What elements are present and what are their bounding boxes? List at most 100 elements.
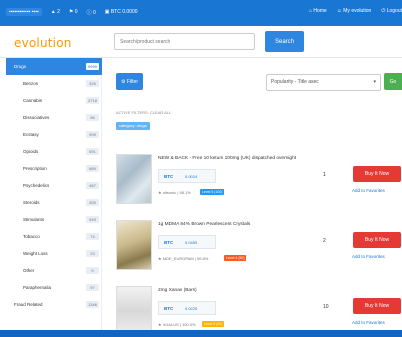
listing-item[interactable]: 1g MDMA 84% Brown Pearlescent Crystals B… (108, 220, 402, 274)
buy-it-now-button[interactable]: Buy It Now (353, 232, 401, 248)
sidebar-item-steroids[interactable]: Steroids 309 (6, 194, 102, 211)
sidebar-item-count: 9999 (86, 63, 99, 70)
my-evolution-link[interactable]: ☺ My evolution (337, 8, 372, 14)
quantity-value[interactable]: 2 (323, 238, 326, 244)
home-link[interactable]: ⌂ Home (309, 8, 327, 14)
vendor-level-badge: Level 3 (20) (202, 321, 225, 327)
logout-link[interactable]: ⏻ Logout (381, 8, 402, 14)
orders-stat[interactable]: ⓘ 0 (87, 9, 96, 16)
search-input[interactable] (114, 33, 255, 50)
logo[interactable]: evolution (14, 36, 72, 50)
sidebar-item-label: Opioids (23, 149, 39, 154)
user-chip[interactable]: ▪▪▪▪▪▪▪▪▪▪▪▪ ▪▪▪▪ (6, 8, 42, 16)
sidebar-item-label: Ecstasy (23, 132, 39, 137)
person-icon: ☺ (336, 8, 342, 14)
sidebar-item-label: Other (23, 268, 35, 273)
go-button[interactable]: Go (384, 73, 402, 90)
listing-title[interactable]: 1g MDMA 84% Brown Pearlescent Crystals (158, 222, 250, 227)
listing-title[interactable]: 2mg Xanax (Bars) (158, 288, 197, 293)
sidebar-item-count: 97 (86, 284, 99, 291)
filter-button-label: Filter (126, 78, 138, 85)
sidebar-item-other[interactable]: Other 9 (6, 262, 102, 279)
messages-stat[interactable]: ⚑ 0 (69, 9, 78, 15)
sidebar-item-label: Drugs (14, 64, 27, 69)
btc-rate-label: BTC 0.0000 (110, 9, 138, 15)
sidebar-item-label: Stimulants (23, 217, 45, 222)
top-bar-right: ⌂ Home ☺ My evolution ⏻ Logout (309, 8, 402, 14)
sidebar-item-opioids[interactable]: Opioids 591 (6, 143, 102, 160)
sidebar-item-label: Cannabis (23, 98, 43, 103)
top-bar: ▪▪▪▪▪▪▪▪▪▪▪▪ ▪▪▪▪ ▲ 2 ⚑ 0 ⓘ 0 ▣ BTC 0.00… (0, 0, 402, 26)
power-icon: ⏻ (381, 8, 386, 14)
sort-select[interactable]: Popularity - Title asec ▾ (266, 74, 381, 91)
price-box: BTC 0.0225 (158, 301, 216, 315)
sidebar-item-weight-loss[interactable]: Weight Loss 23 (6, 245, 102, 262)
add-to-favorites-link[interactable]: Add to Favorites (352, 254, 385, 259)
add-to-favorites-link[interactable]: Add to Favorites (352, 320, 385, 325)
vendor-info[interactable]: ★ XUALUS | 100.0% (158, 322, 196, 327)
sidebar-item-count: 2718 (86, 97, 99, 104)
notifications-stat[interactable]: ▲ 2 (51, 9, 60, 15)
buy-it-now-button[interactable]: Buy It Now (353, 298, 401, 314)
sidebar-item-label: Benzos (23, 81, 39, 86)
sidebar-item-fraud-related[interactable]: Fraud Related 1346 (6, 296, 102, 313)
top-bar-left: ▪▪▪▪▪▪▪▪▪▪▪▪ ▪▪▪▪ ▲ 2 ⚑ 0 ⓘ 0 ▣ BTC 0.00… (6, 8, 138, 16)
sidebar-item-count: 74 (86, 233, 99, 240)
sidebar-item-stimulants[interactable]: Stimulants 949 (6, 211, 102, 228)
sidebar-item-label: Fraud Related (14, 302, 43, 307)
sidebar-item-count: 9 (86, 267, 99, 274)
price-amount: 0.0024 (185, 174, 198, 179)
search-button[interactable]: Search (265, 31, 304, 52)
stat-2: 0 (74, 9, 78, 15)
sidebar-item-drugs[interactable]: Drugs 9999 (6, 58, 102, 75)
sidebar-item-psychedelics[interactable]: Psychedelics 467 (6, 177, 102, 194)
sidebar-item-paraphernalia[interactable]: Paraphernalia 97 (6, 279, 102, 296)
home-icon: ⌂ (309, 8, 313, 14)
sidebar-item-count: 326 (86, 80, 99, 87)
add-to-favorites-link[interactable]: Add to Favorites (352, 188, 385, 193)
quantity-value[interactable]: 10 (323, 304, 329, 310)
sidebar-item-cannabis[interactable]: Cannabis 2718 (6, 92, 102, 109)
info-icon: ⓘ (86, 9, 92, 16)
listing-item[interactable]: NEW & BACK - Free 10 ketum 100mg (UK) di… (108, 154, 402, 208)
sort-select-value: Popularity - Title asec (271, 79, 319, 85)
listing-thumbnail[interactable] (116, 154, 152, 204)
listing-title[interactable]: NEW & BACK - Free 10 ketum 100mg (UK) di… (158, 156, 296, 161)
sidebar-item-benzos[interactable]: Benzos 326 (6, 75, 102, 92)
btc-rate: ▣ BTC 0.0000 (105, 9, 138, 15)
sidebar-item-ecstasy[interactable]: Ecstasy 999 (6, 126, 102, 143)
price-amount: 0.0459 (185, 240, 198, 245)
filter-tag[interactable]: category: drugs (116, 122, 150, 130)
listing-thumbnail[interactable] (116, 220, 152, 270)
sidebar-item-count: 96 (86, 114, 99, 121)
sidebar-item-label: Weight Loss (23, 251, 48, 256)
vendor-info[interactable]: ★ ultsonic | 98.1% (158, 190, 191, 195)
active-filters-label[interactable]: ACTIVE FILTERS: CLEAR ALL (116, 110, 171, 115)
quantity-value[interactable]: 1 (323, 172, 326, 178)
price-amount: 0.0225 (185, 306, 198, 311)
wallet-icon: ▣ (104, 9, 110, 15)
my-evolution-label: My evolution (343, 8, 372, 14)
sidebar-item-tobacco[interactable]: Tobacco 74 (6, 228, 102, 245)
vendor-level-badge: Level 5 (100) (200, 189, 225, 195)
chevron-down-icon: ▾ (373, 79, 376, 85)
vendor-info[interactable]: ★ MDE_EUROPAM | 96.8% (158, 256, 208, 261)
sidebar-item-dissociatives[interactable]: Dissociatives 96 (6, 109, 102, 126)
sidebar-item-count: 689 (86, 165, 99, 172)
buy-it-now-button[interactable]: Buy It Now (353, 166, 401, 182)
sidebar-item-label: Prescription (23, 166, 47, 171)
vendor-level-badge: Level 4 (50) (224, 255, 247, 261)
sidebar-item-count: 467 (86, 182, 99, 189)
listing-thumbnail[interactable] (116, 286, 152, 336)
sidebar-item-label: Paraphernalia (23, 285, 52, 290)
category-sidebar: Drugs 9999 Benzos 326 Cannabis 2718 Diss… (6, 58, 102, 337)
filter-icon: ⚙ (121, 78, 126, 85)
sidebar-item-count: 999 (86, 131, 99, 138)
price-currency: BTC (164, 306, 174, 311)
price-currency: BTC (164, 240, 174, 245)
sidebar-item-prescription[interactable]: Prescription 689 (6, 160, 102, 177)
home-label: Home (313, 8, 327, 14)
listings-panel: ⚙ Filter Popularity - Title asec ▾ Go AC… (108, 58, 402, 337)
filter-button[interactable]: ⚙ Filter (116, 73, 143, 90)
logout-label: Logout (386, 8, 402, 14)
